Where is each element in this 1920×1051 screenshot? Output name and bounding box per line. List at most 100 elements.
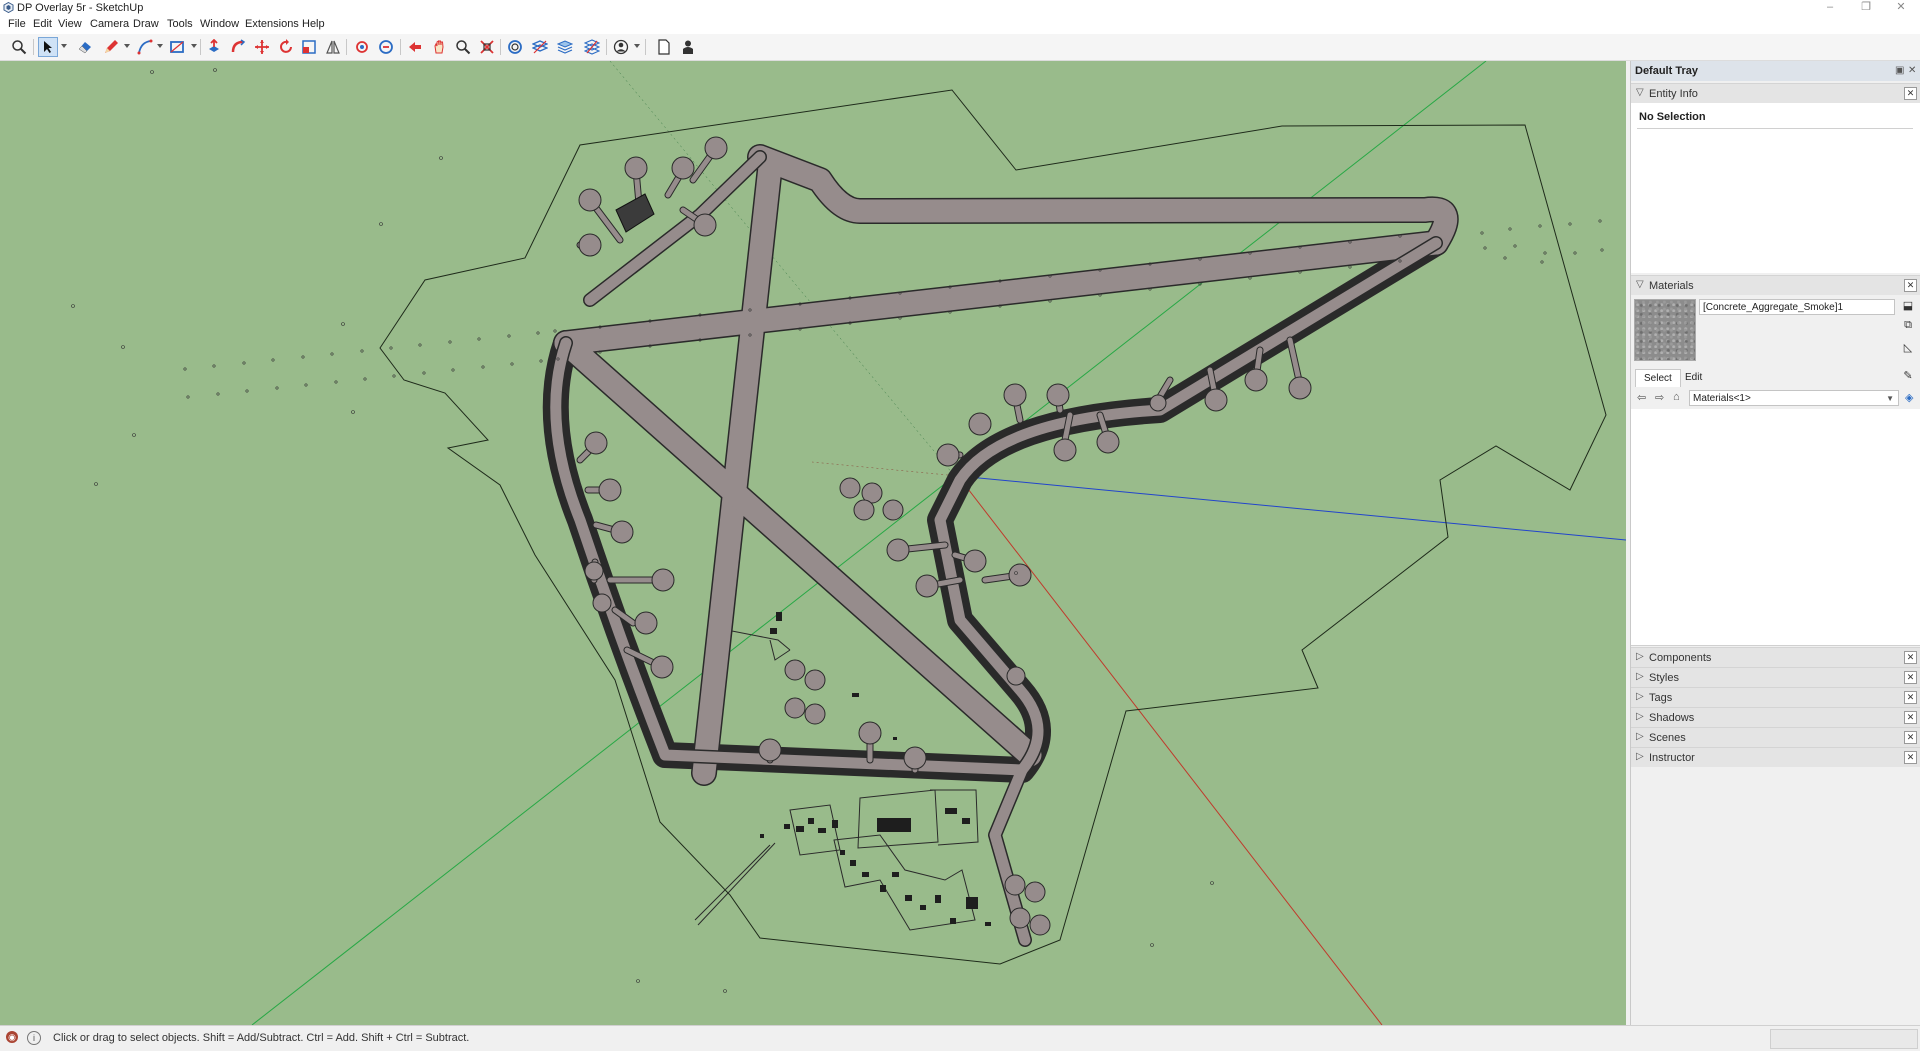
title-bar: DP Overlay 5r - SketchUp – ❐ ✕ (0, 0, 1920, 16)
main-toolbar (0, 34, 1920, 61)
create-material-icon[interactable]: ⧉ (1901, 319, 1915, 333)
new-page-icon[interactable] (654, 37, 674, 57)
info-icon[interactable]: i (27, 1031, 41, 1045)
measurements-box[interactable] (1770, 1029, 1918, 1049)
materials-tabs: Select Edit ✎ (1631, 367, 1920, 388)
styles-label: Styles (1649, 672, 1679, 684)
push-pull-icon[interactable] (204, 37, 224, 57)
status-bar: ◉ i Click or drag to select objects. Shi… (0, 1025, 1920, 1051)
entity-info-header[interactable]: ▽ Entity Info ✕ (1631, 83, 1920, 103)
pencil-icon[interactable] (101, 37, 121, 57)
red-axis-dotted (811, 461, 959, 477)
previous-view-icon[interactable] (405, 37, 425, 57)
chevron-down-icon: ▽ (1636, 87, 1644, 98)
eraser-icon[interactable] (75, 37, 95, 57)
tab-edit[interactable]: Edit (1677, 369, 1710, 387)
pin-icon[interactable]: ▣ (1895, 65, 1904, 76)
chevron-down-icon: ▽ (1636, 279, 1644, 290)
stack-icon[interactable] (582, 37, 602, 57)
get-models-icon[interactable] (505, 37, 525, 57)
orbit-icon[interactable] (352, 37, 372, 57)
styles-header[interactable]: ▷ Styles ✕ (1631, 667, 1920, 687)
close-button[interactable]: ✕ (1881, 0, 1920, 16)
search-icon[interactable] (9, 37, 29, 57)
sample-paint-icon[interactable]: ◺ (1901, 341, 1915, 355)
menu-bar: File Edit View Camera Draw Tools Window … (0, 16, 1920, 34)
menu-extensions[interactable]: Extensions (245, 18, 299, 30)
menu-draw[interactable]: Draw (133, 18, 159, 30)
material-name-field[interactable]: [Concrete_Aggregate_Smoke]1 (1699, 299, 1895, 315)
rotate-icon[interactable] (276, 37, 296, 57)
scale-icon[interactable] (299, 37, 319, 57)
shape-dropdown-icon[interactable] (191, 44, 197, 48)
home-icon[interactable]: ⌂ (1673, 391, 1680, 403)
material-swatch[interactable] (1634, 299, 1696, 361)
close-icon[interactable]: ✕ (1904, 651, 1917, 664)
select-dropdown-icon[interactable] (61, 44, 67, 48)
back-icon[interactable]: ⇦ (1637, 391, 1646, 404)
profile-dropdown-icon[interactable] (634, 44, 640, 48)
default-tray: Default Tray ▣ ✕ ▽ Entity Info ✕ No Sele… (1630, 61, 1920, 1025)
close-icon[interactable]: ✕ (1904, 671, 1917, 684)
menu-camera[interactable]: Camera (90, 18, 129, 30)
details-icon[interactable]: ◈ (1905, 391, 1913, 404)
close-icon[interactable]: ✕ (1904, 751, 1917, 764)
chevron-down-icon: ▼ (1886, 394, 1894, 403)
instructor-header[interactable]: ▷ Instructor ✕ (1631, 747, 1920, 767)
materials-header[interactable]: ▽ Materials ✕ (1631, 275, 1920, 295)
materials-label: Materials (1649, 280, 1694, 292)
menu-tools[interactable]: Tools (167, 18, 193, 30)
move-icon[interactable] (252, 37, 272, 57)
materials-library-area[interactable] (1631, 409, 1920, 646)
tray-title: Default Tray (1635, 65, 1698, 77)
menu-view[interactable]: View (58, 18, 82, 30)
drawing-viewport[interactable] (0, 61, 1626, 1025)
rectangle-icon[interactable] (167, 37, 187, 57)
menu-window[interactable]: Window (200, 18, 239, 30)
line-dropdown-icon[interactable] (124, 44, 130, 48)
instructor-label: Instructor (1649, 752, 1695, 764)
blue-axis (957, 475, 1626, 541)
library-dropdown[interactable]: Materials<1> ▼ (1689, 390, 1899, 406)
entity-info-body: No Selection (1631, 103, 1920, 273)
menu-edit[interactable]: Edit (33, 18, 52, 30)
sketchup-logo-icon (3, 2, 14, 13)
sandbox-icon[interactable] (530, 37, 550, 57)
tags-header[interactable]: ▷ Tags ✕ (1631, 687, 1920, 707)
arc-dropdown-icon[interactable] (157, 44, 163, 48)
close-icon[interactable]: ✕ (1904, 731, 1917, 744)
close-icon[interactable]: ✕ (1904, 279, 1917, 292)
close-icon[interactable]: ✕ (1904, 711, 1917, 724)
library-name: Materials<1> (1693, 393, 1751, 404)
selection-status: No Selection (1639, 111, 1706, 123)
follow-me-icon[interactable] (228, 37, 248, 57)
minimize-button[interactable]: – (1810, 0, 1850, 16)
eyedropper-icon[interactable]: ✎ (1901, 369, 1915, 383)
forward-icon[interactable]: ⇨ (1655, 391, 1664, 404)
profile-icon[interactable] (611, 37, 631, 57)
scenes-header[interactable]: ▷ Scenes ✕ (1631, 727, 1920, 747)
zoom-icon[interactable] (453, 37, 473, 57)
arc-icon[interactable] (135, 37, 155, 57)
layers-icon[interactable] (555, 37, 575, 57)
restore-button[interactable]: ❐ (1846, 0, 1886, 16)
chevron-right-icon: ▷ (1636, 751, 1644, 762)
zoom-extents-icon[interactable] (477, 37, 497, 57)
menu-help[interactable]: Help (302, 18, 325, 30)
menu-file[interactable]: File (8, 18, 26, 30)
select-icon[interactable] (38, 37, 58, 57)
geo-location-icon[interactable]: ◉ (6, 1031, 18, 1043)
tray-close-icon[interactable]: ✕ (1908, 65, 1916, 76)
chevron-right-icon: ▷ (1636, 671, 1644, 682)
person-icon[interactable] (678, 37, 698, 57)
shadows-header[interactable]: ▷ Shadows ✕ (1631, 707, 1920, 727)
mirror-icon[interactable] (323, 37, 343, 57)
components-header[interactable]: ▷ Components ✕ (1631, 647, 1920, 667)
close-icon[interactable]: ✕ (1904, 691, 1917, 704)
hangar-north (615, 193, 655, 233)
display-secondary-icon[interactable]: ⬓ (1901, 299, 1915, 313)
pan-orbit-icon[interactable] (376, 37, 396, 57)
tab-select[interactable]: Select (1635, 369, 1681, 387)
pan-icon[interactable] (429, 37, 449, 57)
close-icon[interactable]: ✕ (1904, 87, 1917, 100)
